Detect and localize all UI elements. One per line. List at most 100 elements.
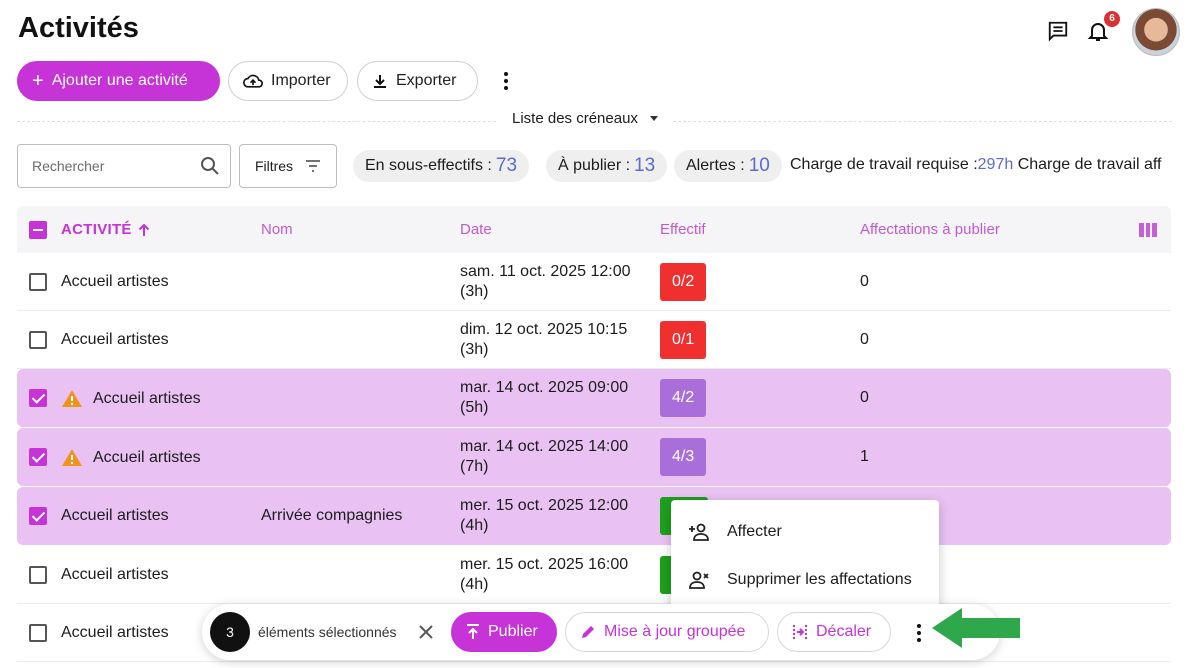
plus-icon: + — [32, 70, 44, 92]
bulk-update-label: Mise à jour groupée — [604, 623, 746, 640]
column-name[interactable]: Nom — [261, 221, 293, 238]
staff-badge: 4/2 — [660, 379, 707, 417]
import-button[interactable]: Importer — [228, 61, 348, 101]
row-checkbox[interactable] — [29, 448, 47, 466]
date-cell: mer. 15 oct. 2025 16:00 (4h) — [460, 555, 628, 595]
notification-badge: 6 — [1104, 11, 1120, 27]
pending-cell: 0 — [860, 273, 869, 290]
activity-cell: Accueil artistes — [61, 507, 169, 525]
download-icon — [374, 75, 386, 88]
pointer-arrow-icon — [932, 608, 1020, 648]
pending-cell: 1 — [860, 448, 869, 465]
menu-item-assign[interactable]: Affecter — [671, 508, 939, 556]
publish-icon — [467, 624, 479, 639]
activity-cell: Accueil artistes — [61, 389, 201, 408]
avatar[interactable] — [1132, 8, 1180, 56]
selection-bar: 3 éléments sélectionnés Publier Mise à j… — [202, 604, 1000, 660]
table-row[interactable]: Accueil artistes mer. 15 oct. 2025 16:00 (… — [17, 546, 1171, 604]
filters-label: Filtres — [254, 158, 294, 174]
page-title: Activités — [18, 12, 139, 44]
column-pending-assignments[interactable]: Affectations à publier — [860, 221, 1000, 238]
column-staff[interactable]: Effectif — [660, 221, 706, 238]
table-row[interactable]: Accueil artistes mar. 14 oct. 2025 14:00 (… — [17, 428, 1171, 486]
column-activity-label: ACTIVITÉ — [61, 221, 132, 238]
pending-cell: 0 — [860, 331, 869, 348]
activity-name: Accueil artistes — [61, 624, 169, 641]
activity-cell: Accueil artistes — [61, 331, 169, 349]
more-options-icon[interactable] — [496, 70, 516, 92]
close-icon[interactable] — [417, 623, 435, 641]
row-checkbox[interactable] — [29, 566, 47, 584]
duration-value: (5h) — [460, 399, 489, 416]
view-selector-label: Liste des créneaux — [512, 110, 638, 127]
alerts-label: Alertes : — [686, 157, 745, 174]
top-right-actions: 6 — [1046, 6, 1186, 58]
row-checkbox[interactable] — [29, 273, 47, 291]
activity-name: Accueil artistes — [61, 566, 169, 583]
row-checkbox[interactable] — [29, 624, 47, 642]
chat-icon[interactable] — [1046, 20, 1070, 42]
under-staffed-value: 73 — [495, 155, 518, 176]
duration-value: (4h) — [460, 517, 489, 534]
add-activity-button[interactable]: + Ajouter une activité — [17, 61, 220, 101]
table-row[interactable]: Accueil artistes mar. 14 oct. 2025 09:00 (… — [17, 369, 1171, 427]
column-activity[interactable]: ACTIVITÉ — [61, 221, 150, 238]
export-label: Exporter — [396, 72, 457, 89]
date-value: mer. 15 oct. 2025 16:00 — [460, 556, 629, 573]
activity-name: Accueil artistes — [61, 331, 169, 348]
activity-name: Accueil artistes — [61, 507, 169, 524]
person-add-icon — [689, 523, 709, 541]
activity-cell: Accueil artistes — [61, 624, 169, 642]
selection-count: 3 — [210, 612, 250, 652]
activity-name: Accueil artistes — [93, 389, 201, 407]
export-button[interactable]: Exporter — [357, 61, 478, 101]
activity-cell: Accueil artistes — [61, 448, 201, 467]
bulk-update-button[interactable]: Mise à jour groupée — [565, 612, 769, 652]
cloud-upload-icon — [243, 74, 263, 88]
alerts-chip[interactable]: Alertes : 10 — [674, 150, 782, 182]
to-publish-chip[interactable]: À publier : 13 — [546, 150, 668, 182]
table-row[interactable]: Accueil artistes Arrivée compagnies mer. 1… — [17, 487, 1171, 545]
shift-button[interactable]: Décaler — [777, 612, 891, 652]
staff-badge: 0/2 — [660, 263, 707, 301]
under-staffed-chip[interactable]: En sous-effectifs : 73 — [353, 150, 530, 182]
view-selector[interactable]: Liste des créneaux — [498, 110, 672, 127]
publish-button[interactable]: Publier — [451, 612, 557, 652]
arrow-up-icon — [138, 223, 149, 236]
date-cell: mar. 14 oct. 2025 14:00 (7h) — [460, 437, 628, 477]
person-remove-icon — [689, 571, 709, 589]
workload-summary: Charge de travail requise :297h Charge d… — [790, 156, 1186, 174]
filter-icon — [306, 160, 321, 172]
menu-item-remove-assignments[interactable]: Supprimer les affectations — [671, 556, 939, 604]
columns-icon[interactable] — [1139, 223, 1158, 237]
staff-badge: 4/3 — [660, 438, 707, 476]
select-all-checkbox[interactable] — [29, 221, 47, 239]
duration-value: (4h) — [460, 576, 489, 593]
date-cell: mar. 14 oct. 2025 09:00 (5h) — [460, 378, 628, 418]
row-checkbox[interactable] — [29, 507, 47, 525]
table-row[interactable]: Accueil artistes dim. 12 oct. 2025 10:15 (… — [17, 311, 1171, 369]
activities-table: ACTIVITÉ Nom Date Effectif Affectations … — [17, 206, 1171, 662]
warning-icon — [62, 390, 82, 407]
filters-button[interactable]: Filtres — [239, 144, 337, 188]
date-cell: sam. 11 oct. 2025 12:00 (3h) — [460, 262, 630, 302]
menu-item-remove-label: Supprimer les affectations — [727, 571, 912, 588]
table-header: ACTIVITÉ Nom Date Effectif Affectations … — [17, 206, 1171, 253]
to-publish-label: À publier : — [558, 157, 631, 174]
table-row[interactable]: Accueil artistes sam. 11 oct. 2025 12:00 (… — [17, 253, 1171, 311]
shift-icon — [793, 625, 807, 639]
more-actions-icon[interactable] — [909, 622, 929, 644]
duration-value: (3h) — [460, 341, 489, 358]
search-icon — [201, 157, 219, 175]
date-cell: dim. 12 oct. 2025 10:15 (3h) — [460, 320, 627, 360]
search-input[interactable]: Rechercher — [17, 144, 231, 188]
activity-cell: Accueil artistes — [61, 566, 169, 584]
actions-menu: Affecter Supprimer les affectations — [671, 500, 939, 612]
charge-assigned-label: Charge de travail aff — [1017, 156, 1162, 173]
row-checkbox[interactable] — [29, 389, 47, 407]
date-value: dim. 12 oct. 2025 10:15 — [460, 321, 628, 338]
caret-down-icon — [649, 116, 658, 121]
column-date[interactable]: Date — [460, 221, 492, 238]
row-checkbox[interactable] — [29, 331, 47, 349]
search-placeholder: Rechercher — [32, 158, 105, 174]
